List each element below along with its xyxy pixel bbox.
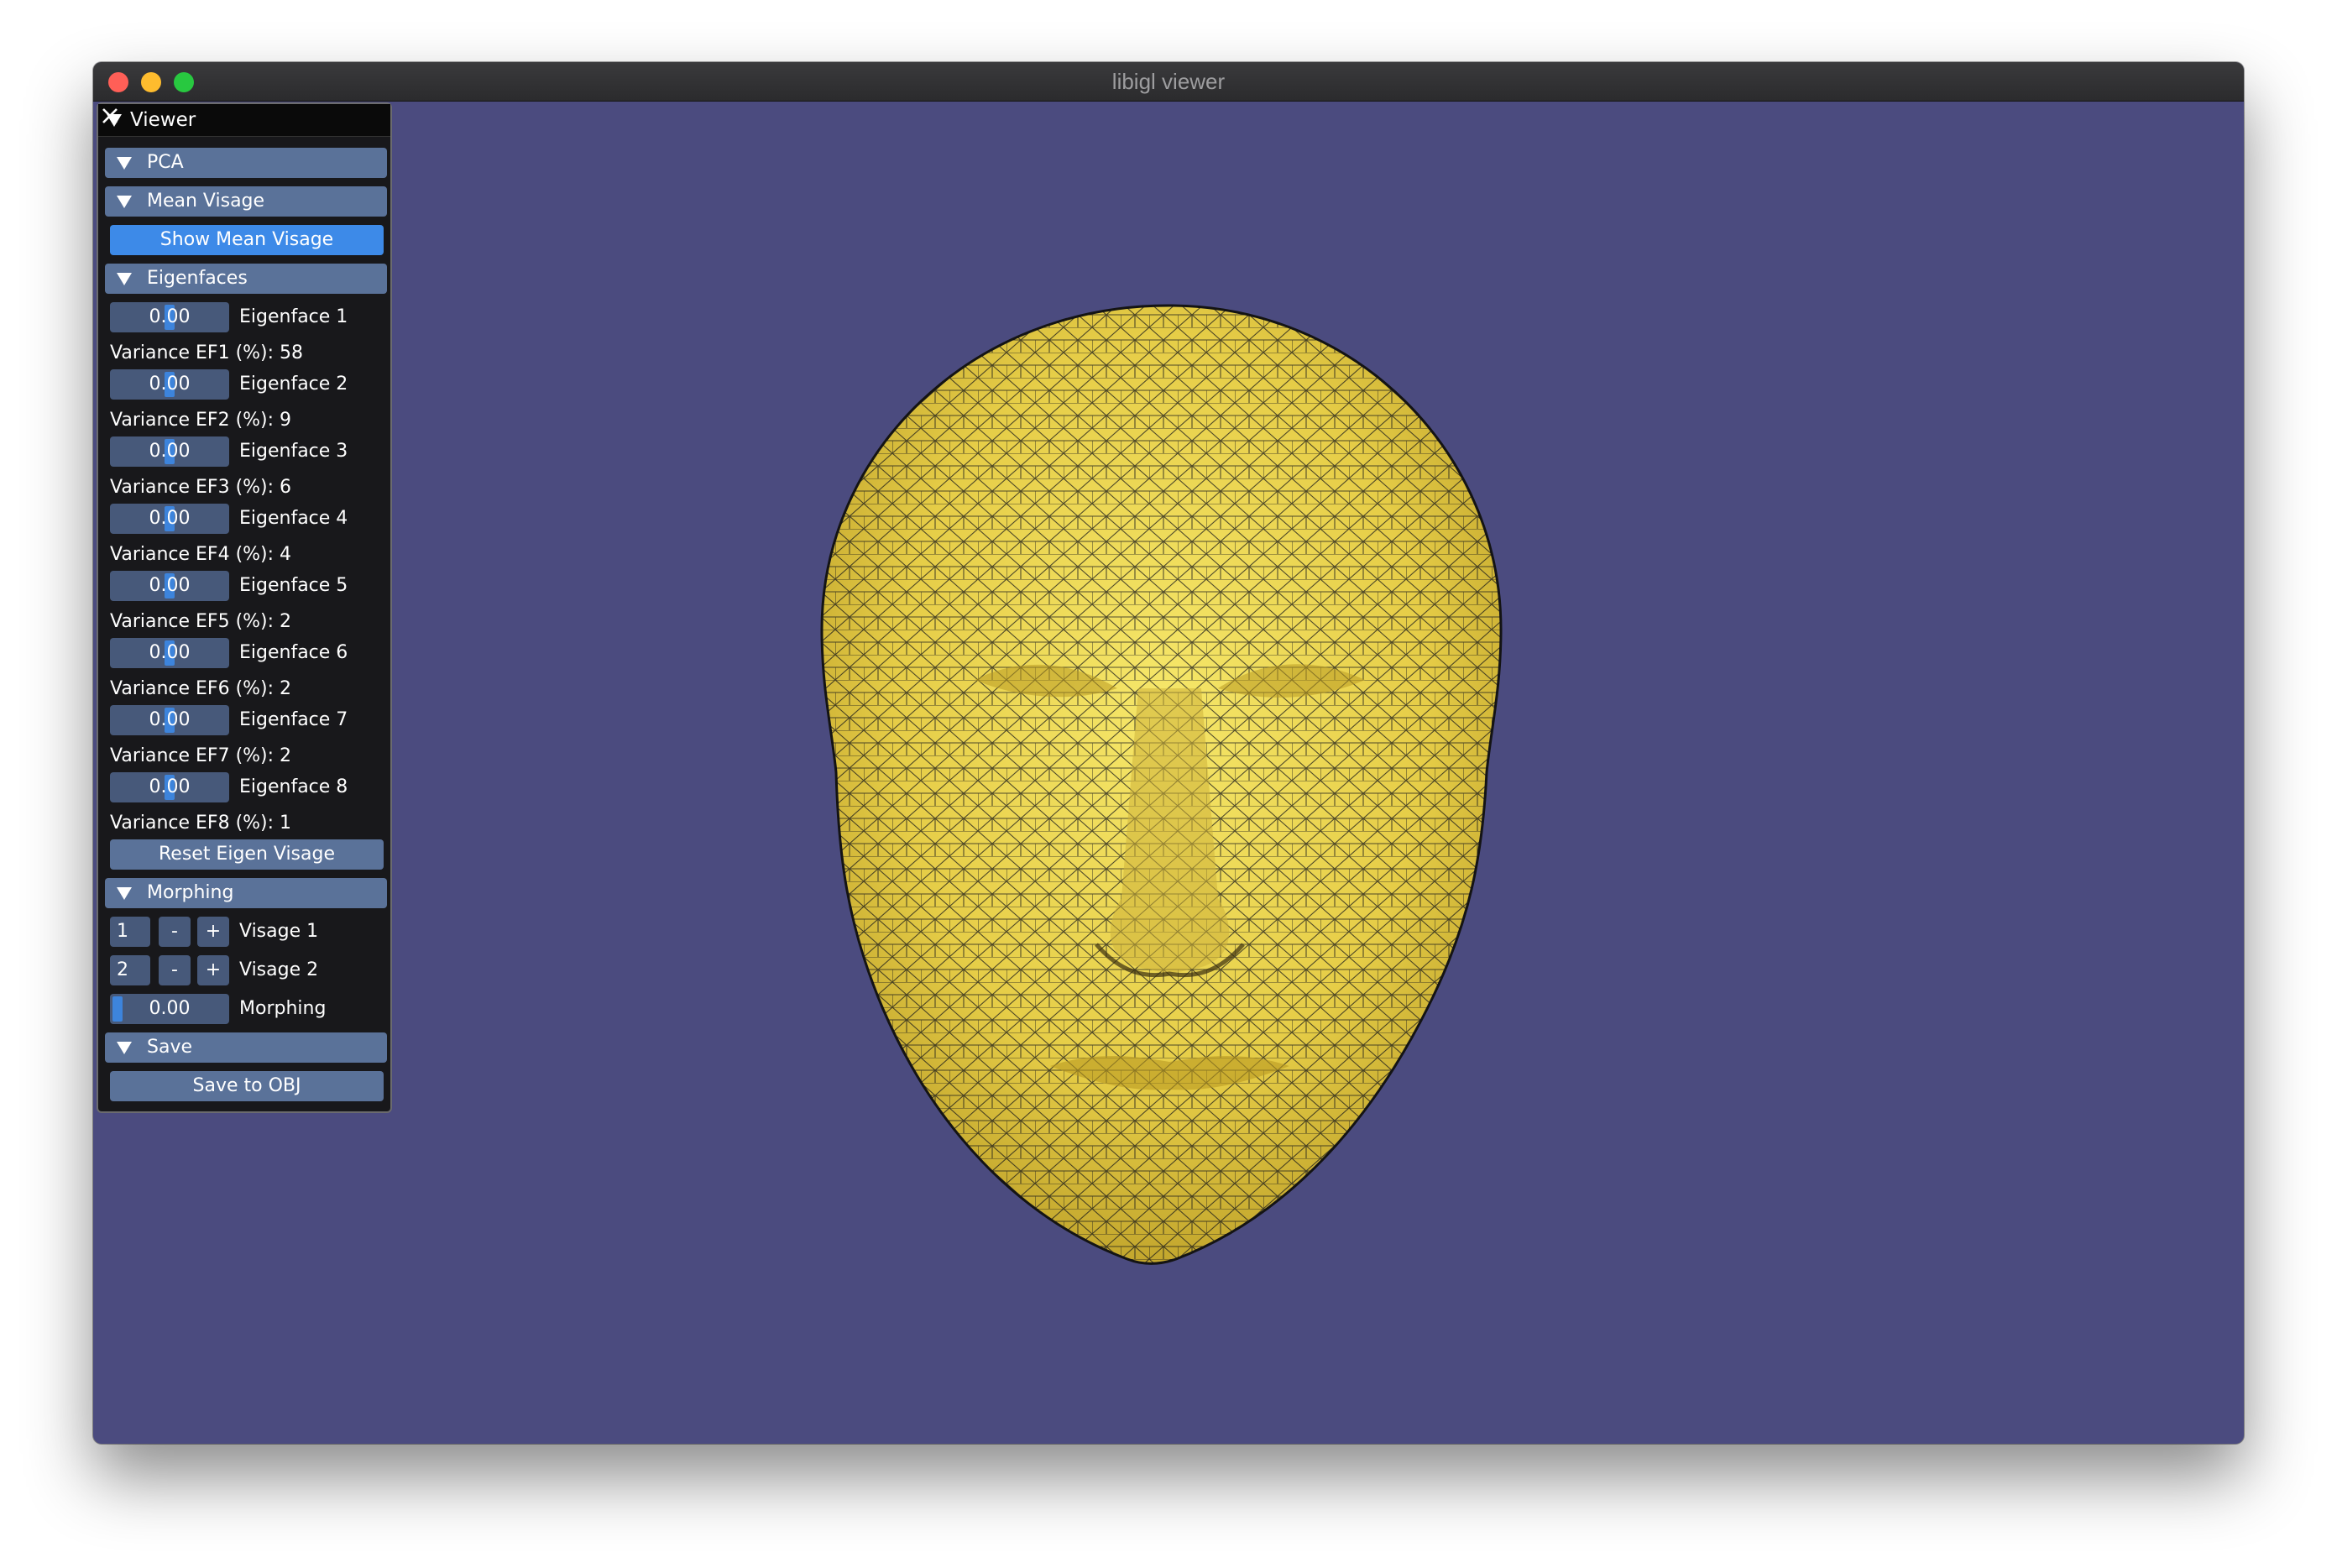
slider-value: 0.00: [149, 306, 191, 327]
section-label: Eigenfaces: [147, 268, 248, 289]
expand-triangle-icon: [117, 1042, 132, 1054]
expand-triangle-icon: [117, 157, 132, 170]
title-bar: libigl viewer: [93, 62, 2244, 102]
morphing-label: Morphing: [239, 998, 327, 1019]
eigenface-7-label: Eigenface 7: [239, 709, 348, 730]
variance-ef3-text: Variance EF3 (%): 6: [110, 477, 292, 498]
slider-value: 0.00: [149, 709, 191, 730]
eigenface-2-slider[interactable]: 0.00: [110, 369, 229, 400]
slider-value: 0.00: [149, 508, 191, 529]
visage-1-label: Visage 1: [239, 921, 319, 942]
save-to-obj-button[interactable]: Save to OBJ: [110, 1071, 384, 1101]
section-label: Morphing: [147, 882, 234, 903]
variance-ef6-text: Variance EF6 (%): 2: [110, 678, 292, 699]
eigenface-8-label: Eigenface 8: [239, 776, 348, 797]
eigenface-1-slider[interactable]: 0.00: [110, 302, 229, 332]
variance-ef1-text: Variance EF1 (%): 58: [110, 342, 304, 363]
variance-ef8-text: Variance EF8 (%): 1: [110, 813, 292, 834]
eigenface-5-slider[interactable]: 0.00: [110, 571, 229, 601]
viewer-panel: Viewer PCA Mean Visage Show Mean Visage …: [97, 102, 392, 1113]
face-mesh-render[interactable]: [93, 101, 2244, 1444]
eigenface-5-label: Eigenface 5: [239, 575, 348, 596]
section-label: PCA: [147, 152, 184, 173]
section-header-mean-visage[interactable]: Mean Visage: [105, 186, 387, 217]
expand-triangle-icon: [117, 196, 132, 208]
visage-2-increment-button[interactable]: +: [197, 955, 229, 985]
slider-value: 0.00: [149, 776, 191, 797]
eigenface-3-label: Eigenface 3: [239, 441, 348, 462]
visage-1-decrement-button[interactable]: -: [159, 917, 191, 947]
morphing-slider[interactable]: 0.00: [110, 994, 229, 1024]
variance-ef2-text: Variance EF2 (%): 9: [110, 410, 292, 431]
panel-title-bar[interactable]: Viewer: [98, 104, 390, 137]
eigenface-4-label: Eigenface 4: [239, 508, 348, 529]
close-icon[interactable]: [98, 104, 122, 128]
slider-grab[interactable]: [112, 996, 123, 1022]
eigenface-3-slider[interactable]: 0.00: [110, 436, 229, 467]
expand-triangle-icon: [117, 273, 132, 285]
panel-title: Viewer: [130, 109, 196, 131]
viewer-window: libigl viewer Viewer PCA Mean Visage Sho…: [93, 62, 2244, 1444]
eigenface-6-label: Eigenface 6: [239, 642, 348, 663]
slider-value: 0.00: [149, 575, 191, 596]
eigenface-2-label: Eigenface 2: [239, 374, 348, 395]
section-header-morphing[interactable]: Morphing: [105, 878, 387, 908]
section-label: Mean Visage: [147, 191, 265, 212]
section-header-save[interactable]: Save: [105, 1032, 387, 1063]
visage-1-increment-button[interactable]: +: [197, 917, 229, 947]
slider-value: 0.00: [149, 998, 191, 1019]
show-mean-visage-button[interactable]: Show Mean Visage: [110, 225, 384, 255]
section-header-pca[interactable]: PCA: [105, 148, 387, 178]
eigenface-6-slider[interactable]: 0.00: [110, 638, 229, 668]
section-label: Save: [147, 1037, 193, 1058]
eigenface-8-slider[interactable]: 0.00: [110, 772, 229, 802]
variance-ef5-text: Variance EF5 (%): 2: [110, 611, 292, 632]
visage-2-label: Visage 2: [239, 959, 319, 980]
eigenface-4-slider[interactable]: 0.00: [110, 504, 229, 534]
section-header-eigenfaces[interactable]: Eigenfaces: [105, 264, 387, 294]
face-mesh: [820, 304, 1503, 1265]
window-title: libigl viewer: [1111, 69, 1226, 94]
visage-1-input[interactable]: 1: [110, 917, 150, 947]
variance-ef4-text: Variance EF4 (%): 4: [110, 544, 292, 565]
visage-2-input[interactable]: 2: [110, 955, 150, 985]
reset-eigen-visage-button[interactable]: Reset Eigen Visage: [110, 839, 384, 870]
3d-viewport[interactable]: Viewer PCA Mean Visage Show Mean Visage …: [93, 101, 2244, 1444]
slider-value: 0.00: [149, 441, 191, 462]
expand-triangle-icon: [117, 887, 132, 900]
eigenface-1-label: Eigenface 1: [239, 306, 348, 327]
visage-2-decrement-button[interactable]: -: [159, 955, 191, 985]
slider-value: 0.00: [149, 642, 191, 663]
variance-ef7-text: Variance EF7 (%): 2: [110, 745, 292, 766]
eigenface-7-slider[interactable]: 0.00: [110, 705, 229, 735]
slider-value: 0.00: [149, 374, 191, 395]
